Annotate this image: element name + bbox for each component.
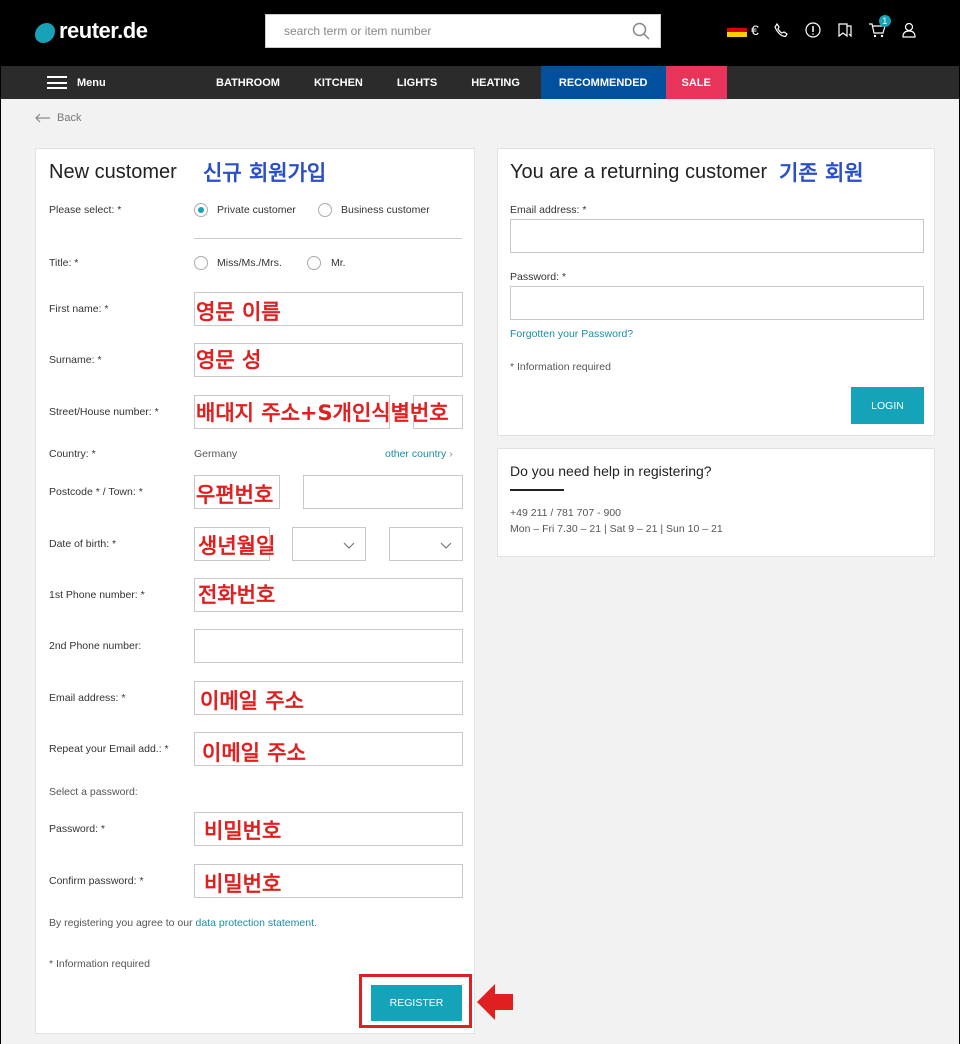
returning-customer-title: You are a returning customer (510, 161, 768, 183)
returning-customer-panel: You are a returning customer 기존 회원 Email… (497, 148, 935, 436)
surname-label: Surname: * (49, 354, 102, 366)
arrow-left-annotation-icon (477, 984, 513, 1020)
surname-annotation: 영문 성 (196, 348, 262, 372)
logo-text: reuter.de (59, 18, 148, 43)
nav-items: BATHROOM KITCHEN LIGHTS HEATING RECOMMEN… (199, 66, 727, 99)
country-label: Country: * (49, 448, 96, 460)
email-label: Email address: * (49, 692, 126, 704)
miss-radio[interactable] (194, 256, 208, 270)
login-email-label: Email address: * (510, 204, 587, 216)
country-value: Germany (194, 448, 238, 460)
mr-label[interactable]: Mr. (331, 257, 346, 269)
dob-annotation: 생년월일 (198, 534, 276, 558)
nav-item-kitchen[interactable]: KITCHEN (297, 66, 380, 99)
back-label: Back (57, 112, 82, 124)
nav-item-sale[interactable]: SALE (665, 66, 727, 99)
select-password-label: Select a password: (49, 786, 138, 798)
business-customer-radio[interactable] (318, 203, 332, 217)
nav-item-heating[interactable]: HEATING (454, 66, 537, 99)
cart-count-badge: 1 (878, 15, 891, 27)
dob-label: Date of birth: * (49, 538, 117, 550)
user-icon[interactable] (899, 20, 919, 40)
german-flag-icon[interactable] (727, 23, 747, 38)
arrow-left-icon (35, 113, 50, 123)
search-input[interactable] (266, 15, 606, 47)
dob-year-select[interactable] (389, 527, 463, 561)
top-header: reuter.de € 1 (1, 0, 959, 66)
login-email-field[interactable] (510, 219, 924, 253)
other-country-label: other country (385, 448, 447, 460)
page: reuter.de € 1 (1, 0, 959, 1044)
password-label: Password: * (49, 823, 106, 835)
logo[interactable]: reuter.de (35, 16, 148, 46)
please-select-label: Please select: * (49, 204, 122, 216)
postcode-annotation: 우편번호 (196, 483, 274, 507)
first-name-label: First name: * (49, 303, 109, 315)
password-annotation: 비밀번호 (204, 819, 282, 843)
miss-label[interactable]: Miss/Ms./Mrs. (217, 257, 282, 269)
chevron-down-icon (343, 542, 355, 549)
phone-icon[interactable] (771, 20, 791, 40)
login-button[interactable]: LOGIN (851, 387, 924, 424)
private-customer-label[interactable]: Private customer (217, 204, 296, 216)
currency-symbol[interactable]: € (751, 22, 759, 38)
confirm-password-label: Confirm password: * (49, 875, 144, 887)
chevron-right-icon: › (449, 448, 453, 460)
forgot-password-link[interactable]: Forgotten your Password? (510, 328, 633, 340)
other-country-link[interactable]: other country › (385, 448, 453, 460)
data-protection-link[interactable]: data protection statement. (196, 917, 317, 929)
help-title: Do you need help in registering? (510, 463, 712, 479)
agree-prefix: By registering you agree to our (49, 917, 196, 929)
search-icon[interactable] (632, 22, 652, 42)
info-icon[interactable] (803, 20, 823, 40)
email-repeat-label: Repeat your Email add.: * (49, 743, 169, 755)
help-hours: Mon – Fri 7.30 – 21 | Sat 9 – 21 | Sun 1… (510, 523, 723, 535)
street-label: Street/House number: * (49, 406, 159, 418)
cart-icon[interactable]: 1 (867, 15, 891, 40)
search-box (265, 14, 661, 48)
menu-button[interactable]: Menu (47, 66, 106, 99)
postcode-label: Postcode * / Town: * (49, 486, 143, 498)
nav-item-bathroom[interactable]: BATHROOM (199, 66, 297, 99)
confirm-password-annotation: 비밀번호 (204, 872, 282, 896)
header-icons: € 1 (727, 15, 919, 40)
phone1-label: 1st Phone number: * (49, 589, 145, 601)
menu-label: Menu (77, 76, 106, 89)
business-customer-label[interactable]: Business customer (341, 204, 430, 216)
nav-item-lights[interactable]: LIGHTS (380, 66, 454, 99)
logo-icon (35, 23, 55, 43)
new-customer-panel: New customer 신규 회원가입 Please select: * Pr… (35, 148, 475, 1034)
new-customer-annotation: 신규 회원가입 (203, 161, 327, 185)
main-nav: Menu BATHROOM KITCHEN LIGHTS HEATING REC… (1, 66, 959, 99)
divider (194, 238, 462, 239)
title-label: Title: * (49, 257, 79, 269)
nav-item-recommended[interactable]: RECOMMENDED (540, 66, 666, 99)
street-annotation: 배대지 주소+S개인식별번호 (196, 401, 449, 425)
dob-month-select[interactable] (292, 527, 366, 561)
chevron-down-icon (440, 542, 452, 549)
email-annotation: 이메일 주소 (200, 689, 304, 713)
returning-customer-annotation: 기존 회원 (779, 161, 864, 185)
help-phone[interactable]: +49 211 / 781 707 - 900 (510, 507, 621, 519)
new-customer-title: New customer (49, 161, 177, 183)
first-name-annotation: 영문 이름 (196, 300, 281, 324)
hamburger-icon (47, 76, 67, 89)
private-customer-radio[interactable] (194, 203, 208, 217)
login-password-field[interactable] (510, 286, 924, 320)
help-panel: Do you need help in registering? +49 211… (497, 448, 935, 557)
mr-radio[interactable] (307, 256, 321, 270)
phone1-annotation: 전화번호 (198, 583, 276, 607)
phone2-field[interactable] (194, 629, 463, 663)
help-divider (510, 489, 564, 491)
agree-text: By registering you agree to our data pro… (49, 917, 317, 929)
email-repeat-annotation: 이메일 주소 (202, 741, 306, 765)
phone2-label: 2nd Phone number: (49, 640, 142, 652)
login-password-label: Password: * (510, 271, 567, 283)
back-link[interactable]: Back (35, 112, 81, 124)
town-field[interactable] (303, 475, 463, 509)
info-required-note: * Information required (49, 958, 150, 970)
register-button[interactable]: REGISTER (371, 985, 462, 1021)
login-info-required-note: * Information required (510, 361, 611, 373)
wishlist-icon[interactable] (835, 20, 855, 40)
